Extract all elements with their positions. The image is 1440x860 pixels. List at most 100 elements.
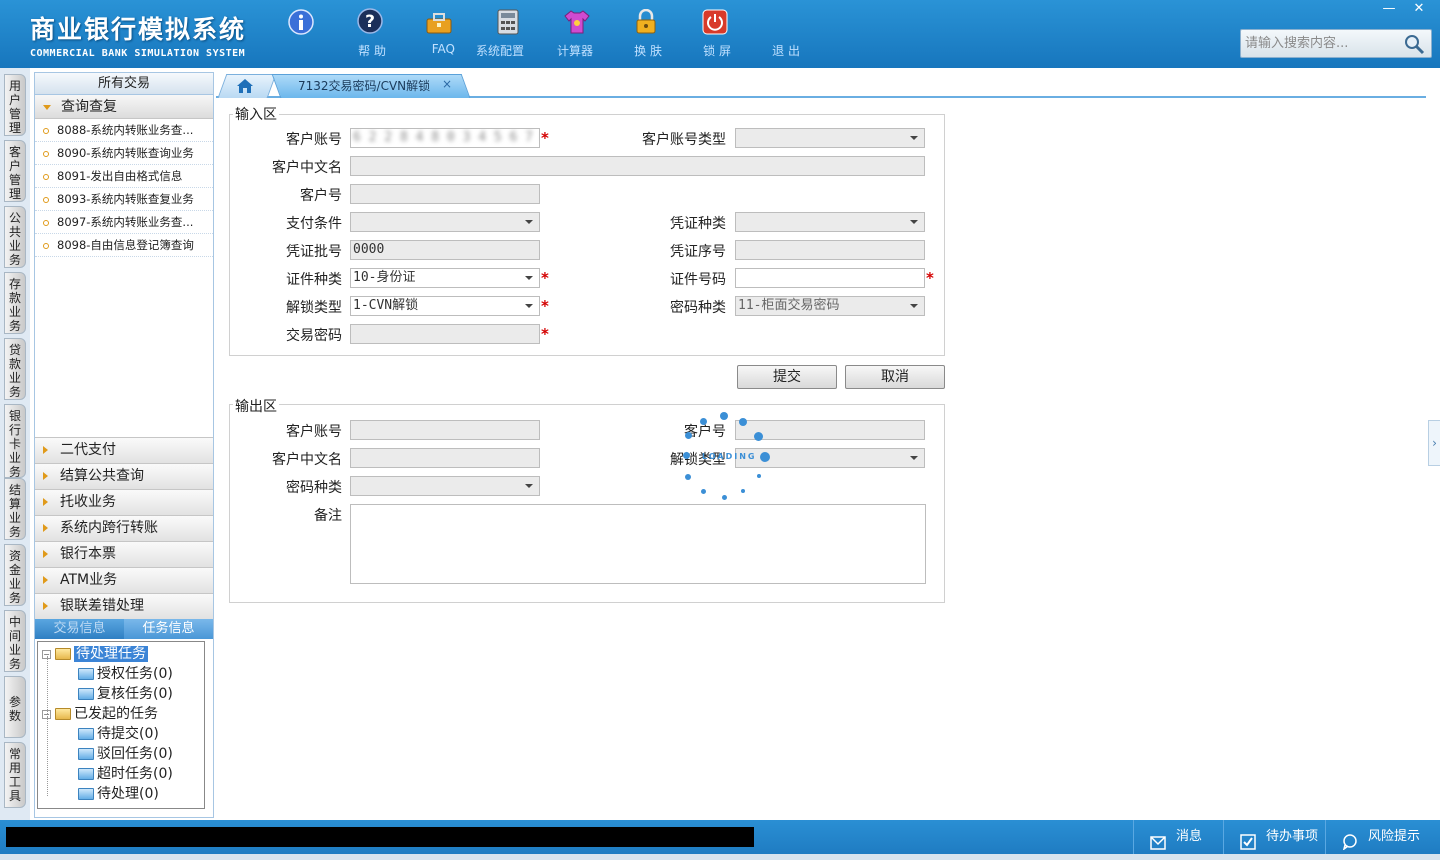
group-atm[interactable]: ATM业务 bbox=[35, 567, 213, 593]
home-icon[interactable] bbox=[236, 78, 254, 98]
risk-alert-button[interactable]: 风险提示 bbox=[1325, 820, 1440, 854]
account-type-select[interactable] bbox=[735, 128, 925, 148]
calculator-button[interactable]: 计算器 bbox=[473, 8, 593, 58]
id-kind-select[interactable]: 10-身份证 bbox=[350, 268, 540, 288]
side-tab-loan[interactable]: 贷款业务 bbox=[4, 338, 26, 400]
voucher-kind-label: 凭证种类 bbox=[670, 216, 726, 232]
folder-icon bbox=[55, 708, 71, 720]
side-tab-customer-mgmt[interactable]: 客户管理 bbox=[4, 140, 26, 202]
voucher-kind-select[interactable] bbox=[735, 212, 925, 232]
folder-icon bbox=[78, 668, 94, 680]
trans-pwd-input[interactable] bbox=[350, 324, 540, 344]
pwd-kind-select[interactable]: 11-柜面交易密码 bbox=[735, 296, 925, 316]
tab-task-info[interactable]: 任务信息 bbox=[124, 619, 213, 639]
side-tab-funds[interactable]: 资金业务 bbox=[4, 544, 26, 606]
folder-icon bbox=[78, 728, 94, 740]
folder-icon bbox=[78, 768, 94, 780]
tab-label: 7132交易密码/CVN解锁 bbox=[298, 79, 431, 93]
faq-button[interactable]: ? FAQ bbox=[335, 8, 455, 56]
lock-screen-button[interactable]: 锁 屏 bbox=[611, 8, 731, 58]
cancel-button[interactable]: 取消 bbox=[845, 365, 945, 389]
change-skin-button[interactable]: 换 肤 bbox=[542, 8, 662, 58]
voucher-seq-label: 凭证序号 bbox=[670, 244, 726, 260]
checkbox-icon bbox=[1240, 830, 1256, 850]
cn-name-input[interactable] bbox=[350, 156, 925, 176]
caret-right-icon bbox=[43, 550, 48, 558]
tab-transaction-info[interactable]: 交易信息 bbox=[35, 619, 124, 639]
out-cust-no-input bbox=[735, 420, 925, 440]
chevron-down-icon bbox=[910, 136, 918, 140]
side-tab-settlement[interactable]: 结算业务 bbox=[4, 478, 26, 540]
list-item[interactable]: 8097-系统内转账业务查... bbox=[35, 211, 213, 234]
pay-cond-select[interactable] bbox=[350, 212, 540, 232]
tree-node-to-process[interactable]: 待处理(0) bbox=[38, 784, 204, 804]
submit-button[interactable]: 提交 bbox=[737, 365, 837, 389]
minimize-button[interactable]: — bbox=[1374, 0, 1404, 18]
list-item[interactable]: 8088-系统内转账业务查... bbox=[35, 119, 213, 142]
out-pwd-kind-select[interactable] bbox=[350, 476, 540, 496]
system-config-button[interactable]: 系统配置 bbox=[404, 8, 524, 58]
search-box bbox=[1240, 29, 1432, 58]
side-tab-bank-card[interactable]: 银行卡业务 bbox=[4, 404, 26, 479]
side-tab-user-mgmt[interactable]: 用户管理 bbox=[4, 74, 26, 136]
collapsed-groups: 二代支付 结算公共查询 托收业务 系统内跨行转账 银行本票 ATM业务 银联差错… bbox=[35, 437, 213, 619]
tree-node-to-submit[interactable]: 待提交(0) bbox=[38, 724, 204, 744]
group-unionpay-error[interactable]: 银联差错处理 bbox=[35, 593, 213, 619]
tree-node-pending[interactable]: − 待处理任务 bbox=[38, 644, 204, 664]
group-interbank-transfer[interactable]: 系统内跨行转账 bbox=[35, 515, 213, 541]
side-tab-public-business[interactable]: 公共业务 bbox=[4, 206, 26, 268]
cust-no-input[interactable] bbox=[350, 184, 540, 204]
list-item[interactable]: 8093-系统内转账查复业务 bbox=[35, 188, 213, 211]
side-tab-intermediary[interactable]: 中间业务 bbox=[4, 610, 26, 672]
close-window-button[interactable]: ✕ bbox=[1404, 0, 1434, 18]
side-tab-deposit[interactable]: 存款业务 bbox=[4, 272, 26, 334]
search-input[interactable] bbox=[1241, 30, 1401, 57]
collapse-icon[interactable]: − bbox=[42, 649, 51, 659]
voucher-seq-input[interactable] bbox=[735, 240, 925, 260]
list-item[interactable]: 8098-自由信息登记簿查询 bbox=[35, 234, 213, 257]
tree-node-timeout[interactable]: 超时任务(0) bbox=[38, 764, 204, 784]
list-item[interactable]: 8091-发出自由格式信息 bbox=[35, 165, 213, 188]
account-no-input[interactable]: 6 2 2 8 4 8 0 3 4 5 6 7 8 9 bbox=[350, 128, 540, 148]
list-item[interactable]: 8090-系统内转账查询业务 bbox=[35, 142, 213, 165]
caret-right-icon bbox=[43, 472, 48, 480]
unlock-type-select[interactable]: 1-CVN解锁 bbox=[350, 296, 540, 316]
group-cashier-check[interactable]: 银行本票 bbox=[35, 541, 213, 567]
task-tree: − 待处理任务 授权任务(0) 复核任务(0) − 已发起的任务 待提交(0) 驳回… bbox=[37, 641, 205, 809]
out-cn-name-input bbox=[350, 448, 540, 468]
group-collection[interactable]: 托收业务 bbox=[35, 489, 213, 515]
collapse-icon[interactable]: − bbox=[42, 709, 51, 719]
voucher-batch-input[interactable]: 0000 bbox=[350, 240, 540, 260]
out-unlock-type-select[interactable] bbox=[735, 448, 925, 468]
todo-button[interactable]: 待办事项 bbox=[1223, 820, 1325, 854]
right-collapse-handle[interactable]: › bbox=[1428, 420, 1440, 466]
out-account-no-input bbox=[350, 420, 540, 440]
exit-button[interactable]: 退 出 bbox=[680, 8, 800, 58]
messages-button[interactable]: 消息 bbox=[1133, 820, 1223, 854]
tree-node-initiated[interactable]: − 已发起的任务 bbox=[38, 704, 204, 724]
id-no-input[interactable] bbox=[735, 268, 925, 288]
pay-cond-label: 支付条件 bbox=[286, 216, 342, 232]
group-query-reply[interactable]: 查询查复 bbox=[35, 95, 213, 119]
tree-node-authorize[interactable]: 授权任务(0) bbox=[38, 664, 204, 684]
bullet-icon bbox=[43, 150, 49, 157]
question-icon: ? bbox=[356, 8, 384, 36]
required-mark: * bbox=[541, 297, 549, 315]
side-tab-common-tools[interactable]: 常用工具 bbox=[4, 742, 26, 808]
app-logo: 商业银行模拟系统 COMMERCIAL BANK SIMULATION SYST… bbox=[30, 10, 246, 59]
tree-node-review[interactable]: 复核任务(0) bbox=[38, 684, 204, 704]
tree-node-rejected[interactable]: 驳回任务(0) bbox=[38, 744, 204, 764]
group-cnaps2[interactable]: 二代支付 bbox=[35, 437, 213, 463]
required-mark: * bbox=[926, 269, 934, 287]
close-icon[interactable]: × bbox=[442, 77, 452, 91]
caret-right-icon bbox=[43, 602, 48, 610]
out-cust-no-label: 客户号 bbox=[684, 424, 726, 440]
help-button[interactable]: 帮 助 bbox=[266, 8, 386, 58]
group-settlement-query[interactable]: 结算公共查询 bbox=[35, 463, 213, 489]
out-remark-textarea[interactable] bbox=[350, 504, 926, 584]
caret-right-icon bbox=[43, 576, 48, 584]
search-icon[interactable] bbox=[1403, 33, 1425, 59]
side-tab-params[interactable]: 参数 bbox=[4, 676, 26, 738]
bottom-strip bbox=[0, 854, 1440, 860]
chevron-down-icon bbox=[910, 220, 918, 224]
